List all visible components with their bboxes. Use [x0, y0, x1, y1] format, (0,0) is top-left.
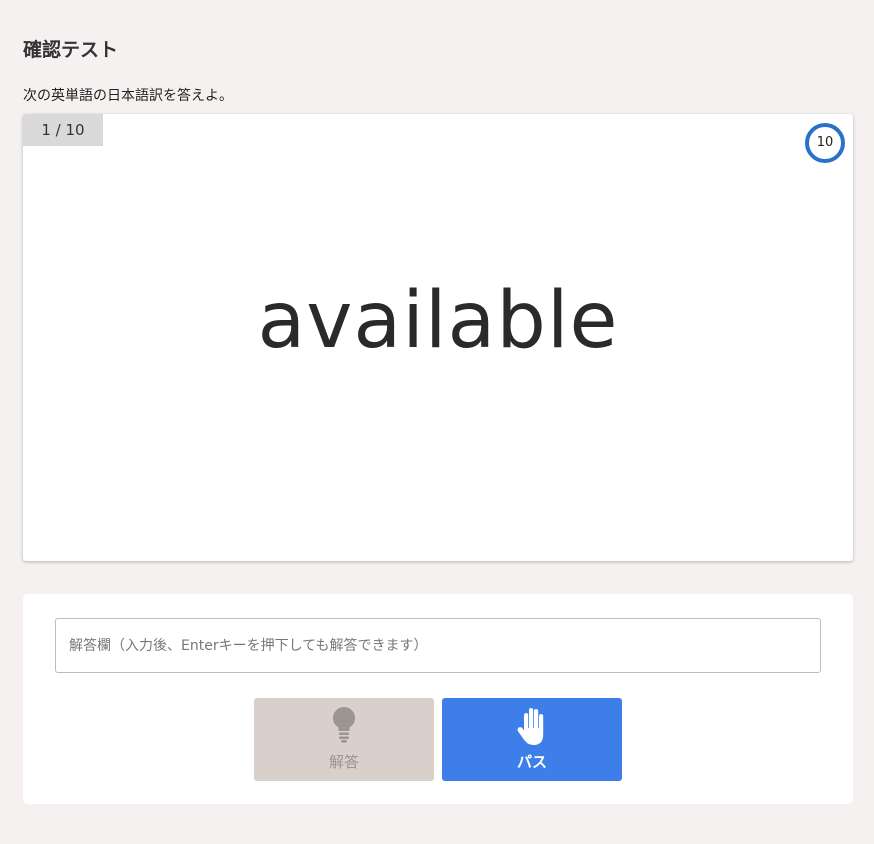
- progress-indicator: 1 / 10: [23, 114, 103, 146]
- page-title: 確認テスト: [23, 39, 119, 61]
- pass-button[interactable]: パス: [442, 698, 622, 781]
- question-word: available: [257, 276, 619, 366]
- hint-button-label: 解答: [328, 754, 359, 771]
- instruction-text: 次の英単語の日本語訳を答えよ。: [23, 88, 233, 104]
- pass-button-label: パス: [516, 754, 547, 771]
- lightbulb-icon: [254, 706, 434, 744]
- answer-input[interactable]: [55, 618, 821, 673]
- countdown-timer: 10: [805, 123, 845, 163]
- answer-panel: 解答 パス: [23, 594, 853, 804]
- hint-button[interactable]: 解答: [254, 698, 434, 781]
- hand-icon: [442, 706, 622, 745]
- question-card: 1 / 10 10 available: [23, 114, 853, 561]
